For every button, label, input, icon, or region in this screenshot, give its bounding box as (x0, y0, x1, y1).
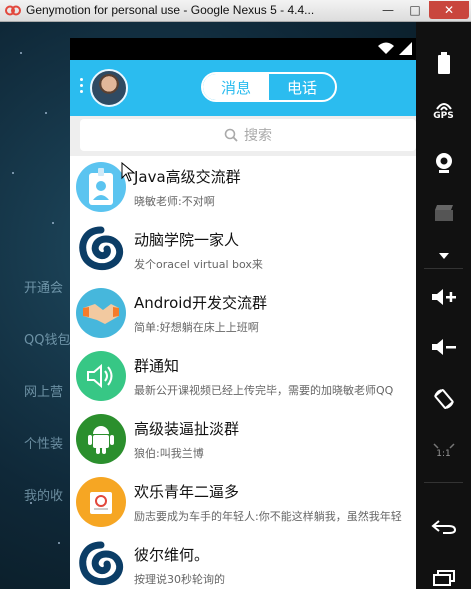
status-icons (377, 42, 412, 55)
star (45, 112, 47, 114)
volume-up-icon[interactable] (416, 284, 471, 310)
genymotion-logo-icon (5, 5, 21, 16)
conversation-item[interactable]: 欢乐青年二逼多 励志要成为车手的年轻人:你不能这样躺我，虽然我年轻 (70, 471, 416, 535)
notepad-icon (76, 477, 126, 527)
scale-icon[interactable]: 1:1 (416, 436, 471, 466)
close-window-button[interactable]: ✕ (429, 1, 469, 19)
desktop-menu: 开通会 QQ钱包 网上营 个性装 我的收 (24, 277, 70, 537)
star (58, 542, 60, 544)
desktop-menu-item: 网上营 (24, 385, 64, 400)
desktop-menu-item: 个性装 (24, 437, 64, 452)
conversation-name: 群通知 (134, 357, 180, 375)
swirl-logo-icon (76, 540, 126, 589)
conversation-message: 按理说30秒轮询的 (134, 573, 225, 586)
dropdown-icon[interactable] (416, 248, 471, 264)
webcam-icon[interactable] (416, 150, 471, 176)
tab-calls[interactable]: 电话 (269, 74, 335, 100)
user-avatar[interactable] (90, 69, 128, 107)
emulator-toolbar: GPS 1:1 (416, 22, 471, 589)
search-icon (224, 128, 238, 142)
video-clapper-icon[interactable] (416, 200, 471, 226)
wifi-icon (378, 42, 394, 54)
emulator-screen: Genymotion for personal use - Google Nex… (0, 0, 471, 589)
search-input[interactable]: 搜索 (80, 119, 416, 151)
handshake-icon (76, 288, 126, 338)
conversation-item[interactable]: 高级装逼扯淡群 狼伯:叫我兰博 (70, 408, 416, 472)
conversation-name: 动脑学院一家人 (134, 231, 240, 249)
star (20, 52, 22, 54)
tab-messages[interactable]: 消息 (203, 74, 269, 100)
conversation-item[interactable]: 群通知 最新公开课视频已经上传完毕，需要的加晓敏老师QQ (70, 345, 416, 409)
star (12, 172, 14, 174)
conversation-message: 最新公开课视频已经上传完毕，需要的加晓敏老师QQ (134, 384, 394, 397)
conversation-message: 发个oracel virtual box来 (134, 258, 263, 271)
conversation-item[interactable]: 动脑学院一家人 发个oracel virtual box来 (70, 219, 416, 283)
toolbar-separator (424, 482, 463, 483)
search-placeholder: 搜索 (244, 128, 272, 144)
volume-down-icon[interactable] (416, 334, 471, 360)
conversation-name: Android开发交流群 (134, 294, 267, 312)
android-robot-icon (76, 414, 126, 464)
rotate-icon[interactable] (416, 386, 471, 412)
overflow-menu-icon[interactable] (80, 78, 84, 93)
window-title: Genymotion for personal use - Google Nex… (26, 3, 315, 17)
search-area: 搜索 (70, 116, 416, 156)
conversation-message: 简单:好想躺在床上上班啊 (134, 321, 259, 334)
toolbar-separator (424, 268, 463, 269)
mouse-cursor-icon (121, 162, 135, 182)
id-badge-icon (76, 162, 126, 212)
signal-icon (399, 42, 412, 55)
maximize-button[interactable]: □ (402, 1, 428, 19)
desktop-menu-item: 开通会 (24, 281, 64, 296)
app-header: 消息 电话 (70, 60, 416, 116)
conversation-item[interactable]: Android开发交流群 简单:好想躺在床上上班啊 (70, 282, 416, 346)
window-titlebar: Genymotion for personal use - Google Nex… (0, 0, 471, 22)
window-controls: — □ ✕ (375, 1, 469, 19)
battery-icon[interactable] (416, 50, 471, 76)
gps-icon[interactable]: GPS (416, 98, 471, 124)
conversation-name: 高级装逼扯淡群 (134, 420, 240, 438)
conversation-name: 欢乐青年二逼多 (134, 483, 240, 501)
desktop-menu-item: QQ钱包 (24, 333, 71, 348)
scale-label: 1:1 (436, 449, 451, 459)
minimize-button[interactable]: — (375, 1, 401, 19)
conversation-item[interactable]: 彼尔维何。 按理说30秒轮询的 (70, 534, 416, 589)
tab-switcher: 消息 电话 (201, 72, 337, 102)
android-screen: 消息 电话 搜索 Java高级交流群 晓敏老师:不对啊 动脑学院一家人 发个or… (70, 38, 416, 589)
conversation-name: Java高级交流群 (134, 168, 241, 186)
conversation-message: 晓敏老师:不对啊 (134, 195, 215, 208)
gps-label: GPS (433, 111, 454, 121)
conversation-message: 励志要成为车手的年轻人:你不能这样躺我，虽然我年轻 (134, 510, 402, 523)
conversation-name: 彼尔维何。 (134, 546, 210, 564)
recent-apps-icon[interactable] (416, 568, 471, 588)
desktop-menu-item: 我的收 (24, 489, 64, 504)
back-icon[interactable] (416, 516, 471, 538)
speaker-icon (76, 351, 126, 401)
conversation-message: 狼伯:叫我兰博 (134, 447, 204, 460)
star (52, 222, 54, 224)
status-bar (70, 38, 416, 60)
swirl-logo-icon (76, 225, 126, 275)
